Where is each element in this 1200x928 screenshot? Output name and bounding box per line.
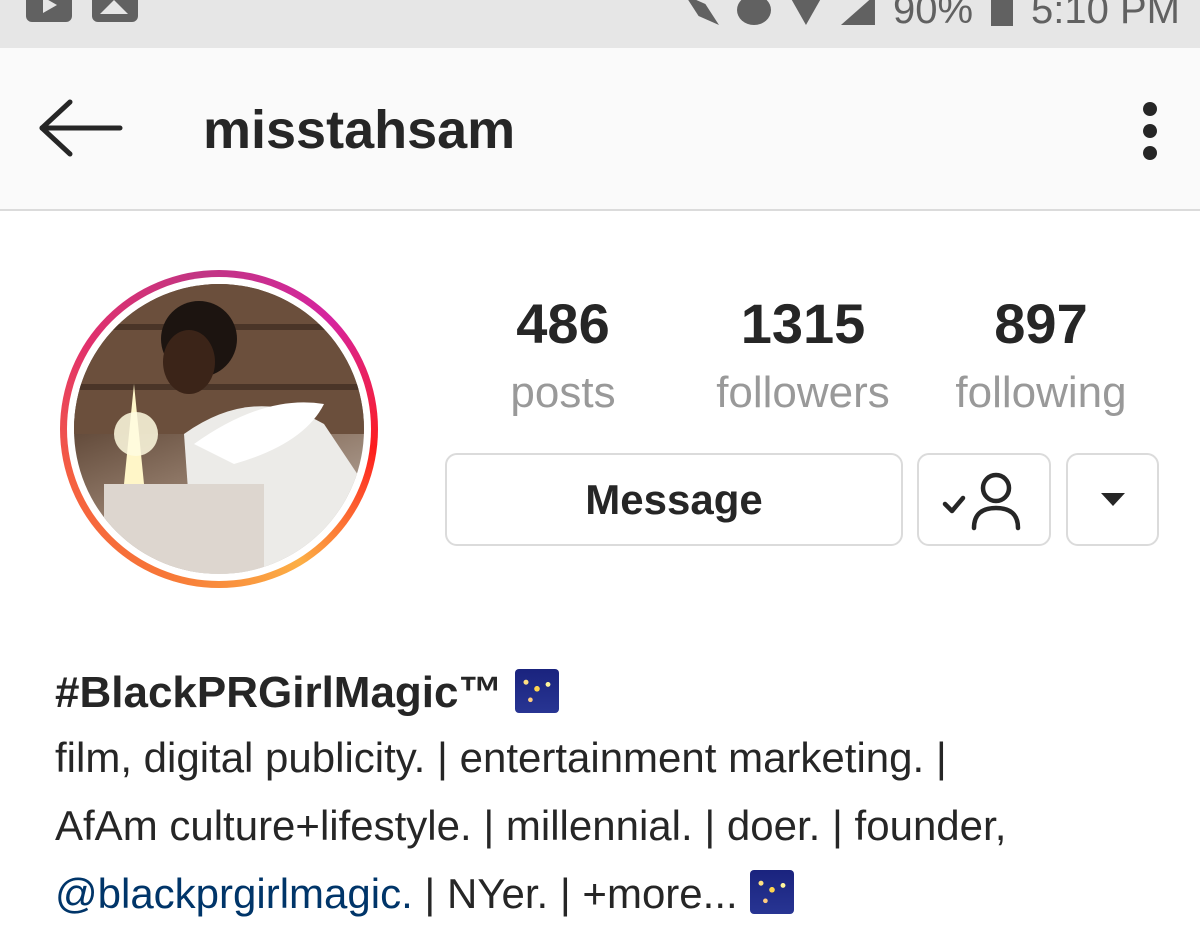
bio-name: #BlackPRGirlMagic™ — [55, 662, 1175, 724]
bio-line-1: film, digital publicity. | entertainment… — [55, 734, 947, 781]
battery-icon — [991, 0, 1014, 26]
bio-mention-link[interactable]: @blackprgirlmagic. — [55, 870, 413, 917]
profile-header: misstahsam — [0, 48, 1200, 211]
profile-username: misstahsam — [203, 100, 516, 160]
avatar[interactable] — [74, 284, 364, 574]
suggestions-dropdown-button[interactable] — [1066, 453, 1159, 546]
following-check-user-icon — [942, 472, 1021, 530]
wifi-icon — [788, 0, 823, 25]
profile-bio: #BlackPRGirlMagic™ film, digital publici… — [55, 662, 1175, 928]
status-bar: 90% 5:10 PM — [0, 0, 1200, 48]
message-button[interactable]: Message — [445, 453, 903, 546]
bio-line-2: AfAm culture+lifestyle. | millennial. | … — [55, 802, 1007, 849]
following-label: following — [955, 368, 1127, 417]
back-button[interactable] — [36, 98, 126, 158]
stat-posts[interactable]: 486 posts — [448, 292, 678, 418]
alarm-icon — [736, 0, 771, 25]
more-options-icon — [1143, 102, 1157, 116]
battery-percent: 90% — [892, 0, 974, 32]
posts-label: posts — [510, 368, 616, 417]
stat-followers[interactable]: 1315 followers — [688, 292, 918, 418]
gallery-icon — [92, 0, 138, 22]
posts-count: 486 — [516, 292, 610, 355]
stat-following[interactable]: 897 following — [926, 292, 1156, 418]
story-ring[interactable] — [60, 270, 378, 588]
mute-icon — [684, 0, 719, 25]
signal-icon — [840, 0, 875, 25]
fireworks-emoji-icon — [514, 669, 559, 713]
followers-label: followers — [716, 368, 890, 417]
bio-line-3-text: | NYer. | +more... — [412, 870, 738, 917]
back-arrow-icon — [39, 99, 123, 157]
followers-count: 1315 — [740, 292, 866, 355]
bio-line-3: @blackprgirlmagic. | NYer. | +more... — [55, 860, 1175, 928]
clock-time: 5:10 PM — [1031, 0, 1180, 32]
fireworks-emoji-icon — [749, 870, 794, 914]
more-options-button[interactable] — [1130, 100, 1170, 160]
following-count: 897 — [994, 292, 1088, 355]
youtube-icon — [26, 0, 72, 22]
dropdown-caret-icon — [1100, 493, 1125, 506]
following-status-button[interactable] — [917, 453, 1051, 546]
